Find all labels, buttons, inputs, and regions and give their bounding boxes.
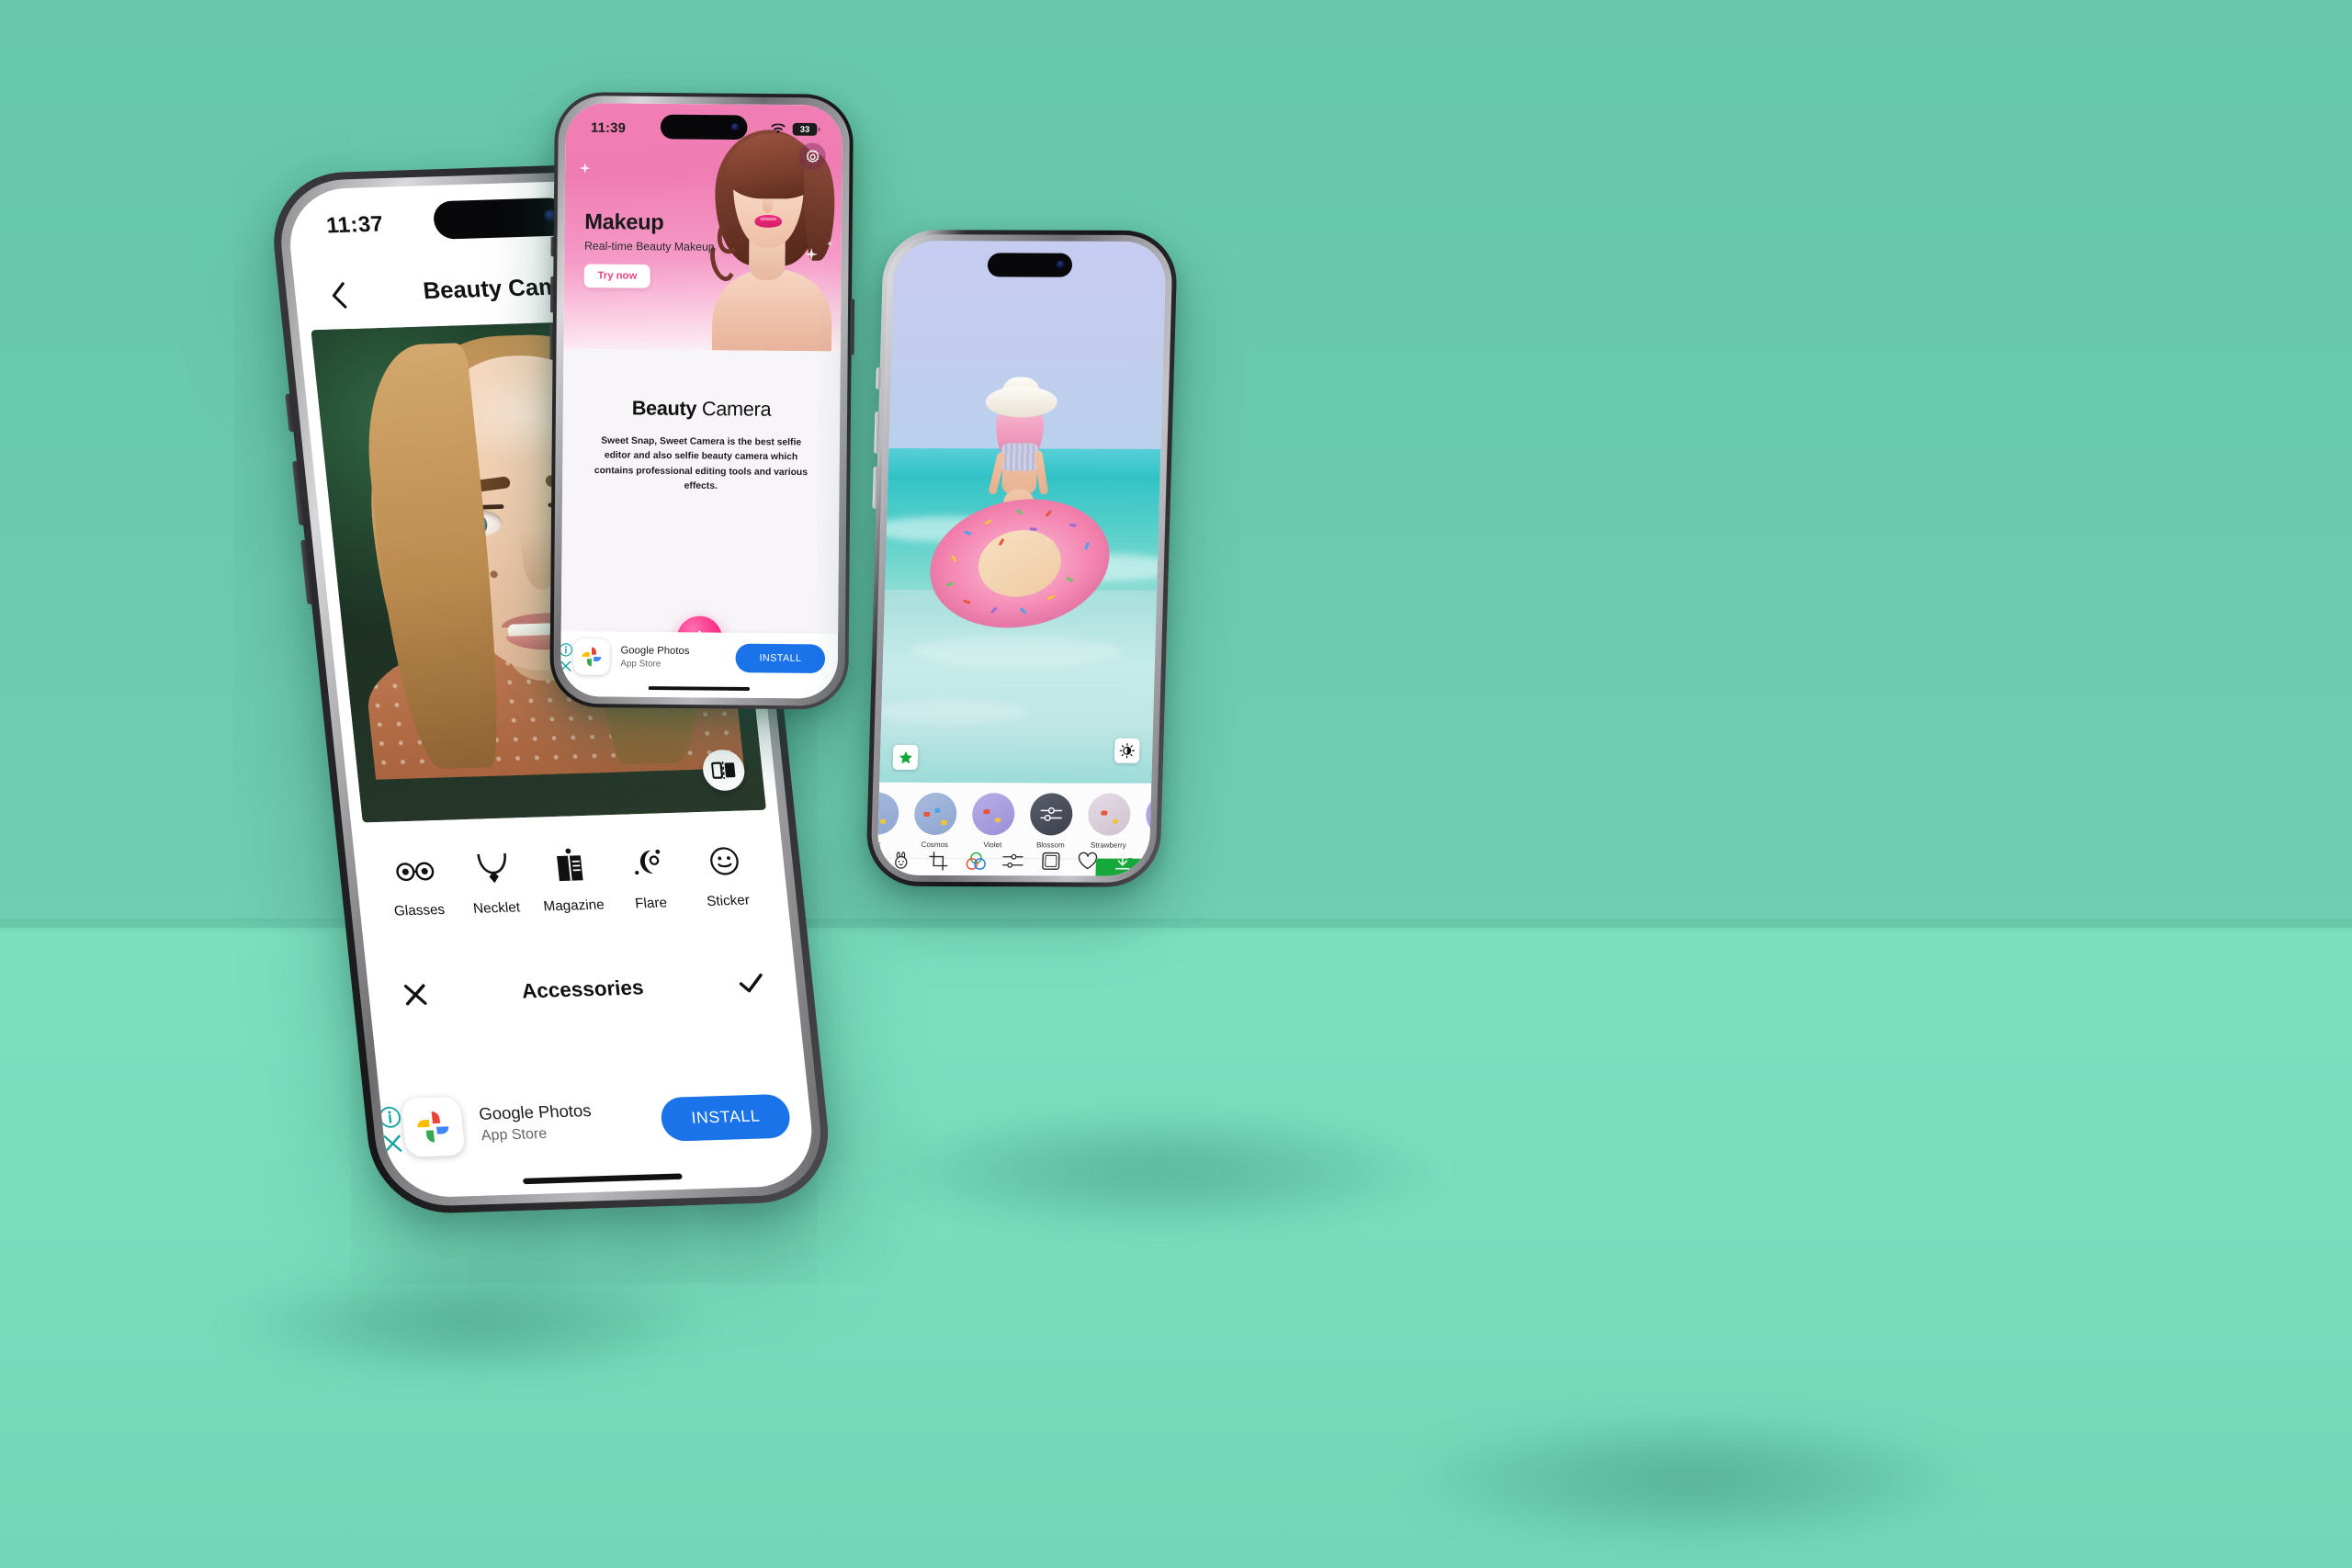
section-title: Accessories (520, 975, 645, 1003)
shadow-left-phone (230, 1268, 707, 1378)
mute-switch[interactable] (550, 236, 555, 257)
tool-glasses[interactable]: Glasses (375, 851, 458, 920)
hero-copy: Makeup Real-time Beauty Makeup Try now (583, 209, 715, 288)
check-icon[interactable] (729, 964, 772, 1003)
sticker-smiley-icon (707, 841, 741, 880)
star-badge[interactable] (892, 744, 919, 770)
tool-magazine[interactable]: Magazine (529, 846, 613, 916)
dynamic-island (432, 197, 571, 240)
sparkle-decoration (580, 163, 591, 174)
filter-label: Cosmos (921, 840, 949, 850)
google-photos-icon (400, 1096, 466, 1157)
tool-label: Magazine (542, 897, 605, 916)
filter-thumbnail (971, 793, 1015, 836)
install-button[interactable]: INSTALL (735, 643, 826, 673)
tool-label: Necklet (472, 899, 521, 918)
filter-label: Strawberry (1090, 840, 1126, 850)
shadow-right-phone (1406, 1415, 1975, 1543)
close-x-icon[interactable] (393, 975, 435, 1014)
app-description: Sweet Snap, Sweet Camera is the best sel… (594, 434, 808, 491)
filter-thumbnail (876, 792, 899, 835)
dynamic-island (987, 253, 1073, 277)
filter-thumbnail (913, 792, 957, 836)
brand-light: Camera (696, 397, 772, 421)
wifi-icon (771, 123, 786, 134)
status-time: 11:39 (590, 119, 627, 136)
color-filters-icon[interactable] (964, 849, 989, 873)
volume-down-button[interactable] (549, 323, 554, 360)
crop-icon[interactable] (926, 849, 951, 873)
battery-indicator: 33 (792, 122, 818, 136)
phone-right-photo-editor: nk Cosmos Violet Blossom Strawberry (865, 230, 1179, 887)
install-button[interactable]: INSTALL (660, 1093, 792, 1142)
flare-icon (628, 844, 665, 883)
power-button[interactable] (850, 299, 855, 355)
filter-label: Blossom (1035, 840, 1065, 850)
phone-right-screen: nk Cosmos Violet Blossom Strawberry (876, 241, 1167, 876)
star-icon (899, 750, 912, 763)
info-icon[interactable] (560, 643, 573, 657)
ad-subtitle: App Store (620, 658, 662, 670)
tool-sticker[interactable]: Sticker (684, 840, 767, 910)
phone-center-screen: Makeup Real-time Beauty Makeup Try now 1… (560, 102, 843, 699)
glasses-icon (394, 852, 436, 891)
filter-item[interactable]: Cosmos (910, 792, 961, 850)
magazine-icon (553, 847, 586, 886)
filter-label: Violet (983, 840, 1002, 850)
close-x-icon[interactable] (560, 660, 572, 673)
gear-icon[interactable] (798, 142, 827, 171)
adjust-sliders-icon[interactable] (1001, 849, 1025, 873)
section-bar: Accessories (366, 949, 800, 1030)
filter-thumbnail (1087, 793, 1131, 836)
adjust-sliders-icon (1040, 807, 1063, 821)
tool-flare[interactable]: Flare (606, 843, 690, 913)
shadow-center-phone (873, 1111, 1442, 1231)
tool-label: Glasses (393, 902, 447, 920)
ad-badges (560, 643, 573, 673)
mute-switch[interactable] (876, 367, 881, 389)
background-floor (0, 928, 2352, 1568)
filter-item-selected[interactable]: Blossom (1025, 793, 1077, 849)
phone-center-beauty-camera-home: Makeup Real-time Beauty Makeup Try now 1… (549, 92, 855, 710)
dynamic-island (660, 114, 748, 141)
brightness-button[interactable] (1114, 738, 1140, 763)
save-button[interactable] (1095, 852, 1149, 876)
ad-title: Google Photos (620, 645, 690, 658)
sticker-bunny-icon[interactable] (889, 849, 914, 873)
tool-label: Sticker (706, 892, 751, 910)
filter-label: nk (876, 840, 881, 849)
chevron-left-icon[interactable] (317, 276, 359, 315)
filter-carousel[interactable]: nk Cosmos Violet Blossom Strawberry (876, 782, 1152, 859)
download-icon (1114, 852, 1130, 870)
accessory-tool-strip: Glasses Necklet Magazine Flare Sticker (353, 826, 792, 953)
tool-necklet[interactable]: Necklet (452, 848, 536, 918)
hero-subtitle: Real-time Beauty Makeup (583, 239, 715, 254)
hero-title: Makeup (584, 209, 664, 235)
photo-canvas[interactable] (879, 241, 1167, 784)
app-brand-title: Beauty Camera (563, 396, 841, 422)
try-now-button[interactable]: Try now (583, 264, 651, 288)
google-photos-icon (573, 638, 610, 675)
filter-thumbnail-selected (1029, 793, 1073, 836)
status-time: 11:37 (324, 210, 385, 238)
frame-icon[interactable] (1038, 849, 1063, 873)
necklace-icon (474, 849, 511, 887)
volume-up-button[interactable] (549, 276, 555, 313)
brand-bold: Beauty (631, 396, 697, 420)
home-content: Beauty Camera Sweet Snap, Sweet Camera i… (560, 348, 841, 699)
tool-label: Flare (634, 895, 668, 913)
filter-item[interactable]: Strawberry (1083, 793, 1135, 850)
filter-item[interactable]: nk (876, 792, 903, 849)
filter-item[interactable]: Violet (967, 793, 1019, 849)
brightness-contrast-icon (1119, 743, 1135, 759)
